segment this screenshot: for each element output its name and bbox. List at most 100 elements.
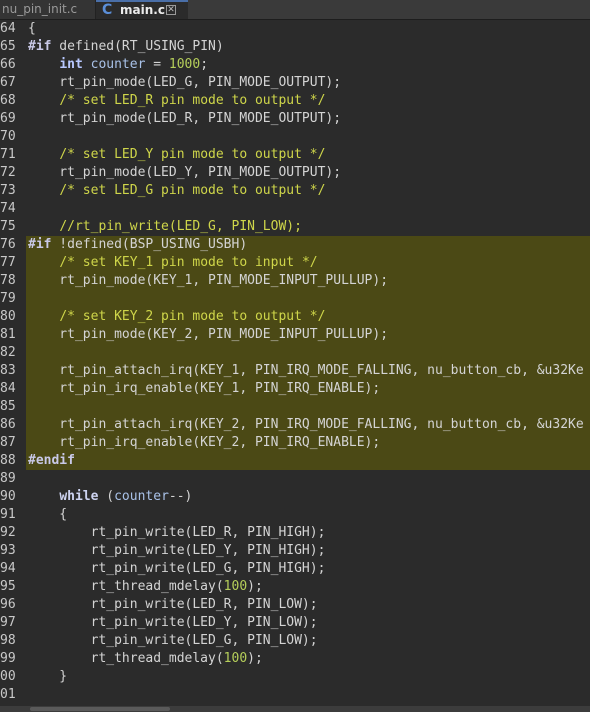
gutter-separator <box>22 560 26 578</box>
code-text: /* set LED_G pin mode to output */ <box>28 182 325 200</box>
line-number: 80 <box>0 308 22 326</box>
token: rt_pin_mode(LED_Y, PIN_MODE_OUTPUT); <box>28 165 342 180</box>
code-text: rt_pin_mode(LED_R, PIN_MODE_OUTPUT); <box>28 110 341 128</box>
code-line[interactable]: 81 rt_pin_mode(KEY_2, PIN_MODE_INPUT_PUL… <box>0 326 590 344</box>
line-number: 96 <box>0 596 22 614</box>
code-line[interactable]: 80 /* set KEY_2 pin mode to output */ <box>0 308 590 326</box>
code-line[interactable]: 86 rt_pin_attach_irq(KEY_2, PIN_IRQ_MODE… <box>0 416 590 434</box>
code-line[interactable]: 96 rt_pin_write(LED_R, PIN_LOW); <box>0 596 590 614</box>
gutter-separator <box>22 272 26 290</box>
code-line[interactable]: 99 rt_thread_mdelay(100); <box>0 650 590 668</box>
token-num: 1000 <box>168 57 201 72</box>
code-line[interactable]: 71 /* set LED_Y pin mode to output */ <box>0 146 590 164</box>
tab-nu-pin-init[interactable]: nu_pin_init.c <box>0 0 96 19</box>
token: rt_thread_mdelay( <box>28 579 224 594</box>
code-text: rt_pin_mode(LED_G, PIN_MODE_OUTPUT); <box>28 74 341 92</box>
line-number: 67 <box>0 74 22 92</box>
code-line[interactable]: 89 <box>0 470 590 488</box>
code-line[interactable]: 68 /* set LED_R pin mode to output */ <box>0 92 590 110</box>
token: rt_pin_irq_enable(KEY_2, PIN_IRQ_ENABLE)… <box>28 435 381 450</box>
code-text: rt_pin_mode(KEY_1, PIN_MODE_INPUT_PULLUP… <box>28 272 388 290</box>
gutter-separator <box>22 668 26 686</box>
gutter-separator <box>22 452 26 470</box>
code-line[interactable]: 95 rt_thread_mdelay(100); <box>0 578 590 596</box>
code-line[interactable]: 83 rt_pin_attach_irq(KEY_1, PIN_IRQ_MODE… <box>0 362 590 380</box>
c-language-icon: C <box>102 2 113 18</box>
code-line[interactable]: 66 int counter = 1000; <box>0 56 590 74</box>
code-line[interactable]: 87 rt_pin_irq_enable(KEY_2, PIN_IRQ_ENAB… <box>0 434 590 452</box>
code-line[interactable]: 64 { <box>0 20 590 38</box>
token-pp: #endif <box>28 453 75 468</box>
token-num: 100 <box>223 651 248 666</box>
token-cm: /* set LED_G pin mode to output */ <box>59 183 326 198</box>
gutter-separator <box>22 110 26 128</box>
code-text: rt_pin_irq_enable(KEY_2, PIN_IRQ_ENABLE)… <box>28 434 380 452</box>
scrollbar-thumb[interactable] <box>30 707 170 711</box>
line-number: 69 <box>0 110 22 128</box>
editor-tab-bar: nu_pin_init.c C main.c ✕ <box>0 0 590 20</box>
token: rt_pin_mode(LED_G, PIN_MODE_OUTPUT); <box>28 75 342 90</box>
gutter-separator <box>22 614 26 632</box>
gutter-separator <box>22 506 26 524</box>
code-line[interactable]: 72 rt_pin_mode(LED_Y, PIN_MODE_OUTPUT); <box>0 164 590 182</box>
code-line[interactable]: 82 <box>0 344 590 362</box>
code-text: rt_pin_attach_irq(KEY_2, PIN_IRQ_MODE_FA… <box>28 416 583 434</box>
code-text: rt_pin_irq_enable(KEY_1, PIN_IRQ_ENABLE)… <box>28 380 380 398</box>
code-line[interactable]: 94 rt_pin_write(LED_G, PIN_HIGH); <box>0 560 590 578</box>
code-line[interactable]: 65 #if defined(RT_USING_PIN) <box>0 38 590 56</box>
gutter-separator <box>22 542 26 560</box>
code-line[interactable]: 75 //rt_pin_write(LED_G, PIN_LOW); <box>0 218 590 236</box>
code-line[interactable]: 98 rt_pin_write(LED_G, PIN_LOW); <box>0 632 590 650</box>
token: { <box>28 507 68 522</box>
code-line[interactable]: 76 #if !defined(BSP_USING_USBH) <box>0 236 590 254</box>
code-text: /* set KEY_1 pin mode to input */ <box>28 254 317 272</box>
code-line[interactable]: 69 rt_pin_mode(LED_R, PIN_MODE_OUTPUT); <box>0 110 590 128</box>
token: --) <box>168 489 193 504</box>
tab-main-c[interactable]: C main.c ✕ <box>96 0 188 19</box>
code-line[interactable]: 67 rt_pin_mode(LED_G, PIN_MODE_OUTPUT); <box>0 74 590 92</box>
line-number: 77 <box>0 254 22 272</box>
gutter-separator <box>22 632 26 650</box>
code-line[interactable]: 79 <box>0 290 590 308</box>
code-line[interactable]: 70 <box>0 128 590 146</box>
token: ( <box>98 489 115 504</box>
token-var: counter <box>90 57 146 72</box>
token: rt_pin_irq_enable(KEY_1, PIN_IRQ_ENABLE)… <box>28 381 381 396</box>
code-text: /* set LED_R pin mode to output */ <box>28 92 325 110</box>
code-line[interactable]: 97 rt_pin_write(LED_Y, PIN_LOW); <box>0 614 590 632</box>
code-line[interactable]: 74 <box>0 200 590 218</box>
token: !defined(BSP_USING_USBH) <box>51 237 248 252</box>
code-line[interactable]: 73 /* set LED_G pin mode to output */ <box>0 182 590 200</box>
code-line[interactable]: 00 } <box>0 668 590 686</box>
code-text: #endif <box>28 452 75 470</box>
line-number: 79 <box>0 290 22 308</box>
code-editor[interactable]: 64{65 #if defined(RT_USING_PIN) 66 int cou… <box>0 20 590 710</box>
code-line[interactable]: 85 <box>0 398 590 416</box>
line-number: 00 <box>0 668 22 686</box>
line-number: 90 <box>0 488 22 506</box>
horizontal-scrollbar[interactable] <box>0 706 590 712</box>
code-line[interactable]: 91 { <box>0 506 590 524</box>
token: { <box>28 21 36 36</box>
code-line[interactable]: 90 while (counter--) <box>0 488 590 506</box>
token: ; <box>200 57 209 72</box>
gutter-separator <box>22 578 26 596</box>
code-line[interactable]: 84 rt_pin_irq_enable(KEY_1, PIN_IRQ_ENAB… <box>0 380 590 398</box>
code-line[interactable]: 77 /* set KEY_1 pin mode to input */ <box>0 254 590 272</box>
gutter-separator <box>22 344 26 362</box>
code-line[interactable]: 78 rt_pin_mode(KEY_1, PIN_MODE_INPUT_PUL… <box>0 272 590 290</box>
line-number: 82 <box>0 344 22 362</box>
line-number: 95 <box>0 578 22 596</box>
close-icon[interactable]: ✕ <box>166 5 176 15</box>
token: rt_pin_write(LED_Y, PIN_LOW); <box>28 615 318 630</box>
gutter-separator <box>22 686 26 704</box>
code-text: rt_thread_mdelay(100); <box>28 650 263 668</box>
code-line[interactable]: 88 #endif <box>0 452 590 470</box>
token: rt_pin_write(LED_R, PIN_HIGH); <box>28 525 326 540</box>
token: rt_pin_mode(KEY_1, PIN_MODE_INPUT_PULLUP… <box>28 273 389 288</box>
code-line[interactable]: 01 <box>0 686 590 704</box>
code-line[interactable]: 92 rt_pin_write(LED_R, PIN_HIGH); <box>0 524 590 542</box>
code-line[interactable]: 93 rt_pin_write(LED_Y, PIN_HIGH); <box>0 542 590 560</box>
